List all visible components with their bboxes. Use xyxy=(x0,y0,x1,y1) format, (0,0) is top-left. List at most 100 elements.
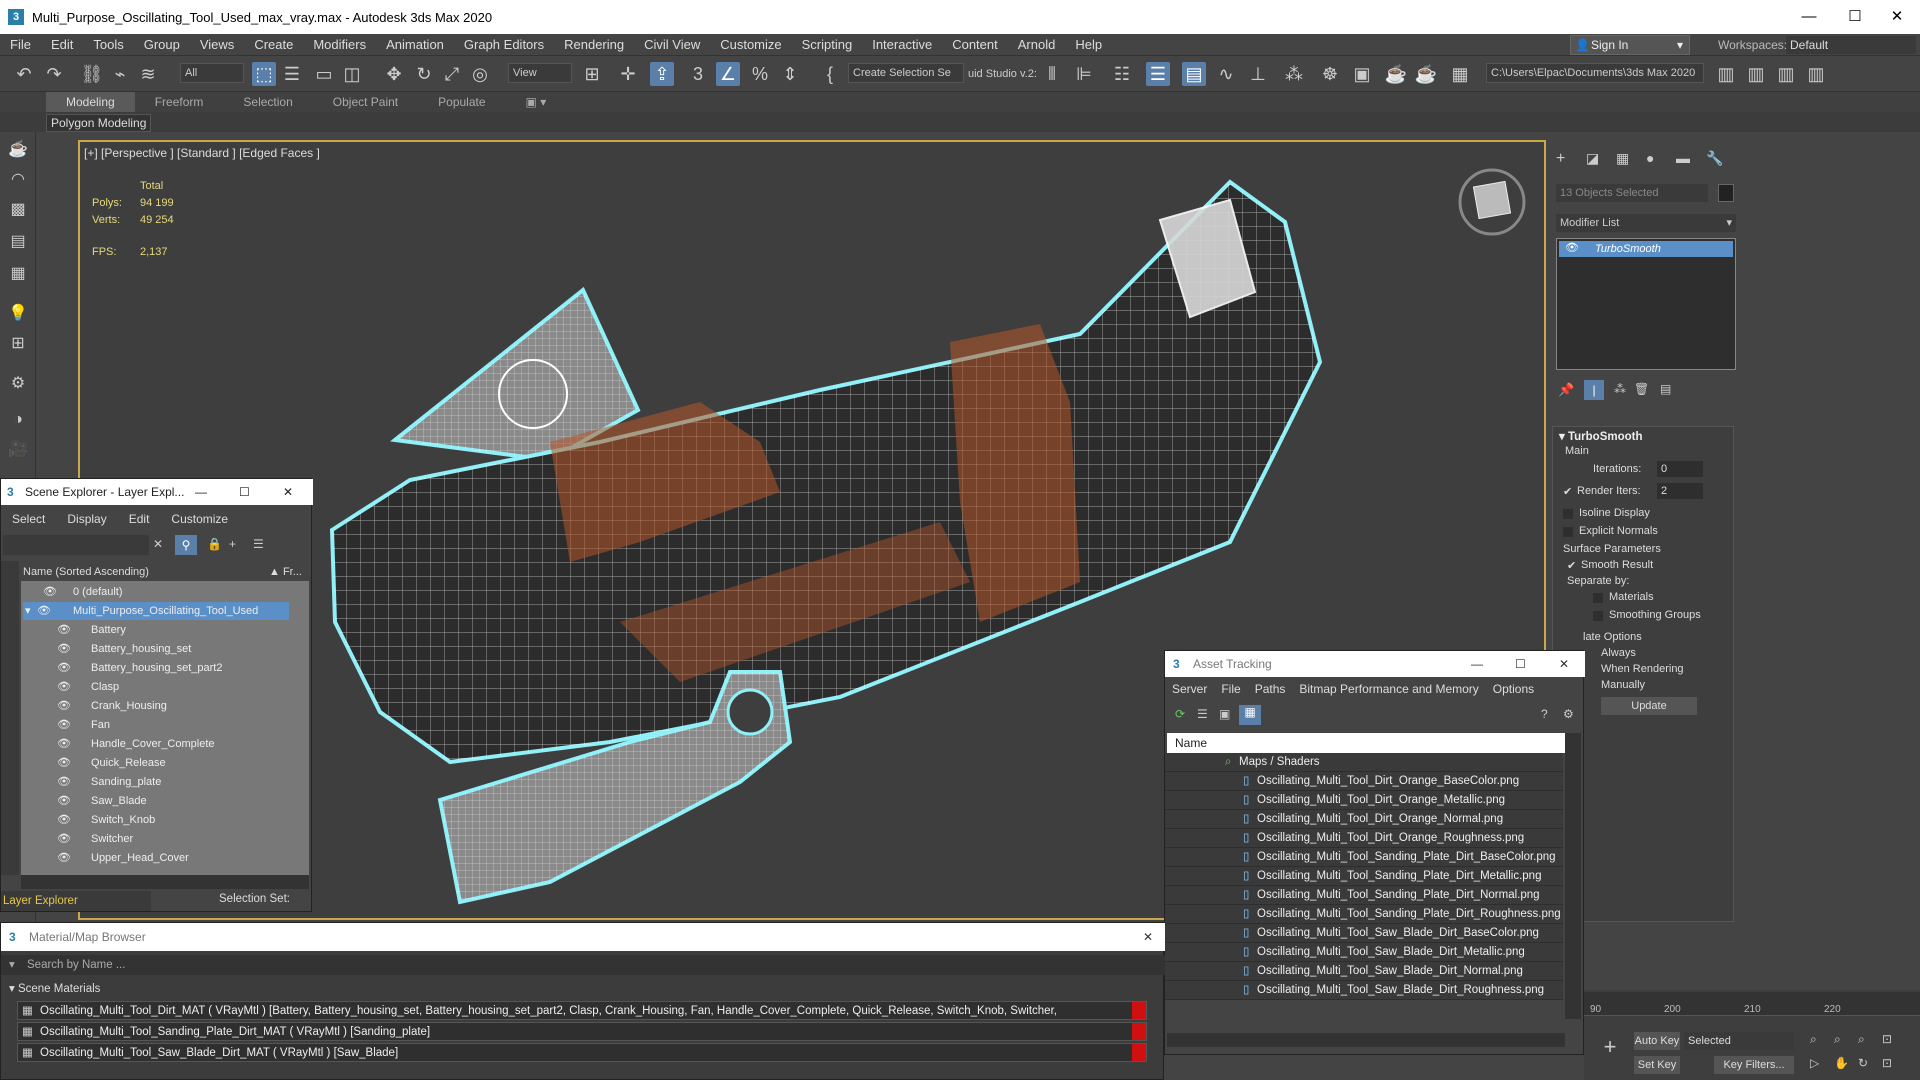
eye-icon[interactable]: 👁 xyxy=(57,830,71,848)
key-mode-dropdown[interactable]: Selected xyxy=(1684,1032,1794,1050)
menu-customize[interactable]: Customize xyxy=(160,509,239,529)
manually-radio[interactable]: Manually xyxy=(1601,679,1645,691)
scene-explorer-titlebar[interactable]: 3 Scene Explorer - Layer Expl... — ☐ ✕ xyxy=(1,479,313,505)
hierarchy-tab-icon[interactable]: ▦ xyxy=(1616,150,1629,167)
material-row[interactable]: ▦ Oscillating_Multi_Tool_Sanding_Plate_Di… xyxy=(17,1022,1147,1041)
display-tab-icon[interactable]: ▬ xyxy=(1676,150,1690,166)
rendered-frame-window-icon[interactable]: ▣ xyxy=(1350,62,1374,86)
refresh-icon[interactable]: ⟳ xyxy=(1175,707,1185,721)
eye-icon[interactable]: 👁 xyxy=(57,811,71,829)
eye-icon[interactable]: 👁 xyxy=(57,849,71,867)
maximize-button[interactable]: ☐ xyxy=(1832,0,1878,34)
clear-search-icon[interactable]: ✕ xyxy=(153,537,163,551)
material-row[interactable]: ▦ Oscillating_Multi_Tool_Dirt_MAT ( VRayM… xyxy=(17,1001,1147,1036)
tab-populate[interactable]: Populate xyxy=(418,92,505,112)
layer-explorer-icon[interactable]: ☰ xyxy=(1146,62,1170,86)
select-object-icon[interactable]: ⬚ xyxy=(252,62,276,86)
mirror-icon[interactable]: ⫴ xyxy=(1040,62,1064,86)
add-layer-icon[interactable]: + xyxy=(229,537,236,551)
save-project-icon[interactable]: ▥ xyxy=(1744,62,1768,86)
settings-icon[interactable]: ⚙ xyxy=(1563,707,1574,721)
material-search-input[interactable]: ▾ Search by Name ... xyxy=(1,955,1165,975)
sign-in-dropdown[interactable]: 👤 Sign In ▾ xyxy=(1570,35,1690,55)
asset-row[interactable]: ▯ Oscillating_Multi_Tool_Sanding_Plate_Di… xyxy=(1165,886,1563,905)
asset-row[interactable]: ▯ Oscillating_Multi_Tool_Saw_Blade_Dirt_R… xyxy=(1165,981,1563,1000)
asset-row[interactable]: ▯ Oscillating_Multi_Tool_Sanding_Plate_Di… xyxy=(1165,905,1563,924)
make-unique-icon[interactable]: ⁂ xyxy=(1614,382,1626,396)
object-row[interactable]: 👁 Clasp xyxy=(23,678,289,696)
list-view-icon[interactable]: ☰ xyxy=(1197,707,1208,721)
time-ruler[interactable]: 90 200 210 220 xyxy=(1584,992,1920,1016)
menu-file[interactable]: File xyxy=(0,34,41,56)
menu-views[interactable]: Views xyxy=(190,34,244,56)
menu-paths[interactable]: Paths xyxy=(1248,679,1293,699)
render-iters-spinner[interactable]: 2 xyxy=(1657,483,1703,499)
eye-icon[interactable]: 👁 xyxy=(57,621,71,639)
remove-modifier-icon[interactable]: 🗑 xyxy=(1634,382,1649,396)
spinner-snap-icon[interactable]: ⇕ xyxy=(778,62,802,86)
smooth-result-checkbox[interactable]: ✔ xyxy=(1567,559,1576,572)
menu-options[interactable]: Options xyxy=(1486,679,1541,699)
project-folder-icon[interactable]: ▥ xyxy=(1714,62,1738,86)
menu-edit[interactable]: Edit xyxy=(118,509,161,529)
select-manipulate-icon[interactable]: ✛ xyxy=(616,62,640,86)
angle-snap-icon[interactable]: ∠ xyxy=(716,62,740,86)
tree-view-icon[interactable]: ▣ xyxy=(1219,707,1230,721)
camera-icon[interactable]: 🎥 xyxy=(6,438,30,462)
eye-icon[interactable]: 👁 xyxy=(57,754,71,772)
asset-row[interactable]: ▯ Oscillating_Multi_Tool_Dirt_Orange_Roug… xyxy=(1165,829,1563,848)
close-icon[interactable]: ✕ xyxy=(1559,651,1569,677)
render-iterative-icon[interactable]: ☕ xyxy=(1414,62,1438,86)
asset-row[interactable]: ▯ Oscillating_Multi_Tool_Dirt_Orange_Norm… xyxy=(1165,810,1563,829)
maximize-viewport-icon[interactable]: ⊡ xyxy=(1882,1032,1892,1046)
tab-selection[interactable]: Selection xyxy=(223,92,312,112)
eye-icon[interactable]: 👁 xyxy=(57,735,71,753)
explicit-normals-checkbox[interactable] xyxy=(1563,527,1573,537)
menu-interactive[interactable]: Interactive xyxy=(862,34,942,56)
minimize-icon[interactable]: — xyxy=(1471,651,1483,677)
menu-content[interactable]: Content xyxy=(942,34,1008,56)
create-shape-icon[interactable]: ◠ xyxy=(6,168,30,192)
motion-icon[interactable]: ▦ xyxy=(6,262,30,286)
menu-file[interactable]: File xyxy=(1214,679,1247,699)
menu-bitmap-performance[interactable]: Bitmap Performance and Memory xyxy=(1292,679,1485,699)
iterations-spinner[interactable]: 0 xyxy=(1657,461,1703,477)
zoom-all-icon[interactable]: ⌕ xyxy=(1834,1032,1841,1047)
tab-object-paint[interactable]: Object Paint xyxy=(313,92,418,112)
menu-modifiers[interactable]: Modifiers xyxy=(303,34,376,56)
name-column-header[interactable]: Name (Sorted Ascending) ▲ Fr... xyxy=(21,563,309,581)
object-row[interactable]: 👁 Switcher xyxy=(23,830,289,848)
project-folder-dropdown[interactable]: C:\Users\Elpac\Documents\3ds Max 2020 xyxy=(1486,63,1704,83)
spacewarp-icon[interactable]: ⚙ xyxy=(6,372,30,396)
eye-icon[interactable]: 👁 xyxy=(57,792,71,810)
menu-arnold[interactable]: Arnold xyxy=(1008,34,1066,56)
menu-create[interactable]: Create xyxy=(244,34,303,56)
project-settings-icon[interactable]: ▥ xyxy=(1804,62,1828,86)
object-row[interactable]: 👁 Fan xyxy=(23,716,289,734)
pan-icon[interactable]: ✋ xyxy=(1834,1056,1849,1070)
vertical-scrollbar[interactable] xyxy=(1565,733,1581,1019)
field-of-view-icon[interactable]: ▷ xyxy=(1810,1056,1819,1070)
modify-panel-icon[interactable]: ▩ xyxy=(6,198,30,222)
add-time-tag-icon[interactable]: + xyxy=(1596,1034,1624,1062)
asset-row[interactable]: ▯ Oscillating_Multi_Tool_Dirt_Orange_Base… xyxy=(1165,772,1563,791)
pivot-center-icon[interactable]: ⊞ xyxy=(580,62,604,86)
scale-icon[interactable]: ⤢ xyxy=(440,62,464,86)
layer-default-row[interactable]: 👁 0 (default) xyxy=(23,583,289,601)
lock-icon[interactable]: 🔒 xyxy=(207,537,222,551)
materials-checkbox[interactable] xyxy=(1593,593,1603,603)
object-row[interactable]: 👁 Switch_Knob xyxy=(23,811,289,829)
menu-customize[interactable]: Customize xyxy=(710,34,791,56)
project-structure-icon[interactable]: ▥ xyxy=(1774,62,1798,86)
ribbon-options-icon[interactable]: ▣ ▾ xyxy=(506,92,567,112)
name-column-header[interactable]: Name xyxy=(1167,733,1565,753)
layer-explorer-dropdown[interactable]: Layer Explorer xyxy=(1,891,151,911)
show-end-result-icon[interactable]: | xyxy=(1584,380,1604,400)
menu-rendering[interactable]: Rendering xyxy=(554,34,634,56)
menu-display[interactable]: Display xyxy=(56,509,117,529)
selection-filter-dropdown[interactable]: All xyxy=(180,63,244,83)
curve-editor-icon[interactable]: ∿ xyxy=(1214,62,1238,86)
scene-explorer-toggle-icon[interactable]: ☷ xyxy=(1110,62,1134,86)
systems-icon[interactable]: ◑ xyxy=(6,408,30,432)
rollout-title[interactable]: ▾ TurboSmooth xyxy=(1559,429,1643,443)
